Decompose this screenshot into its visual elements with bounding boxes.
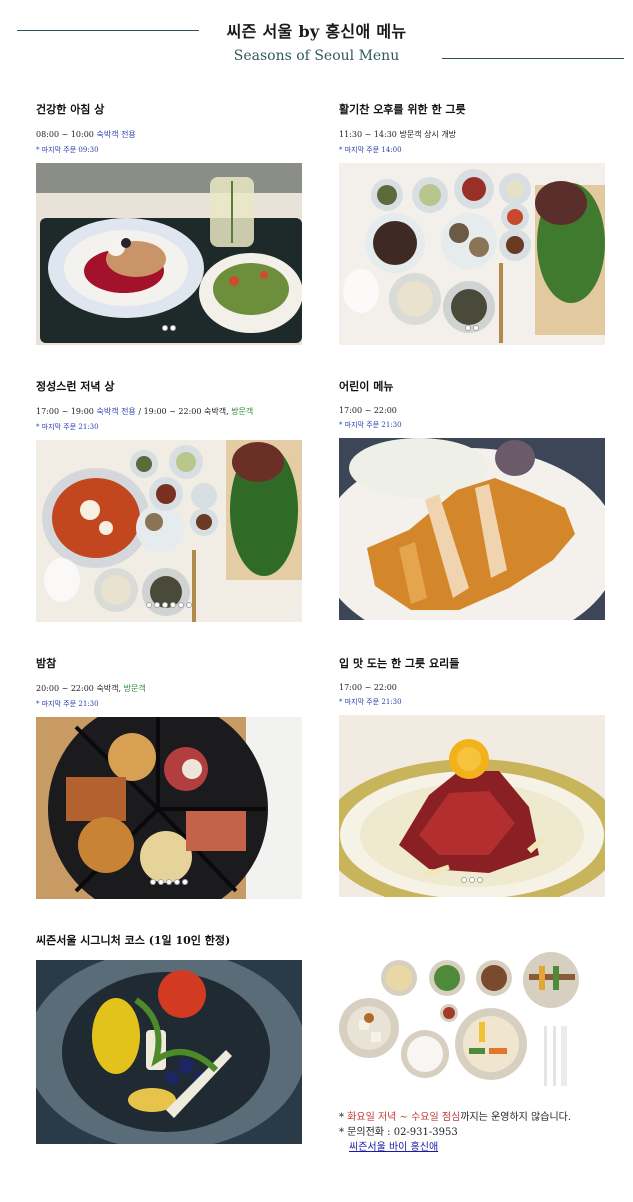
menu-photo-slider[interactable]: [36, 163, 302, 345]
visitor-label: 방문객: [231, 407, 254, 416]
menu-title: 어린이 메뉴: [339, 380, 394, 393]
menu-hours: 11:30 ~ 14:30 방문객 상시 개방: [339, 130, 457, 139]
slider-dot[interactable]: [158, 879, 164, 885]
slider-dots: [339, 877, 605, 883]
slider-dot[interactable]: [170, 602, 176, 608]
menu-title: 밤참: [36, 657, 57, 670]
phone-notice: * 문의전화 : 02-931-3953: [339, 1127, 458, 1138]
kids-photo: [339, 438, 605, 620]
menu-card-lunch: 활기찬 오후를 위한 한 그릇 11:30 ~ 14:30 방문객 상시 개방 …: [339, 101, 605, 345]
menu-hours: 17:00 ~ 22:00: [339, 406, 397, 415]
menu-card-signature: 씨즌서울 시그니처 코스 (1일 10인 한정): [36, 932, 302, 1144]
header-divider-right: [442, 58, 624, 59]
slider-dot[interactable]: [461, 877, 467, 883]
menu-photo-slider[interactable]: [36, 717, 302, 899]
slider-dots: [36, 325, 302, 331]
notice-section: * 화요일 저녁 ~ 수요일 점심까지는 운영하지 않습니다. * 문의전화 :…: [339, 1110, 619, 1155]
menu-photo-slider[interactable]: [339, 715, 605, 897]
menu-card-kids: 어린이 메뉴 17:00 ~ 22:00 * 마지막 주문 21:30: [339, 378, 605, 620]
menu-title: 입 맛 도는 한 그릇 요리들: [339, 657, 460, 670]
korean-table-illustration: [339, 952, 579, 1086]
homepage-link[interactable]: 씨즌서울 바이 홍신애: [349, 1142, 438, 1153]
slider-dot[interactable]: [174, 879, 180, 885]
last-order: * 마지막 주문 21:30: [339, 421, 402, 429]
menu-hours: 17:00 ~ 22:00: [339, 683, 397, 692]
menu-card-dinner: 정성스런 저녁 상 17:00 ~ 19:00 숙박객 전용 / 19:00 ~…: [36, 378, 302, 622]
page-title: 씨즌 서울 by 홍신애 메뉴: [226, 22, 407, 41]
dinner-photo: [36, 440, 302, 622]
late-night-photo: [36, 717, 302, 899]
lunch-photo: [339, 163, 605, 345]
menu-hours: 17:00 ~ 19:00 숙박객 전용 / 19:00 ~ 22:00 숙박객…: [36, 407, 254, 416]
slider-dot[interactable]: [473, 325, 479, 331]
slider-dot[interactable]: [162, 325, 168, 331]
menu-title: 씨즌서울 시그니처 코스 (1일 10인 한정): [36, 934, 231, 947]
slider-dot[interactable]: [170, 325, 176, 331]
slider-dot[interactable]: [166, 879, 172, 885]
menu-photo: [339, 438, 605, 620]
menu-card-one-bowl: 입 맛 도는 한 그릇 요리들 17:00 ~ 22:00 * 마지막 주문 2…: [339, 655, 605, 897]
page-header: 씨즌 서울 by 홍신애 메뉴 Seasons of Seoul Menu: [0, 0, 633, 80]
slider-dot[interactable]: [465, 325, 471, 331]
slider-dots: [339, 325, 605, 331]
table-setting-illustration: [339, 948, 605, 1098]
last-order: * 마지막 주문 09:30: [36, 146, 99, 154]
one-bowl-photo: [339, 715, 605, 897]
guest-only-label: 숙박객 전용: [96, 130, 136, 139]
menu-title: 활기찬 오후를 위한 한 그릇: [339, 103, 466, 116]
menu-hours: 08:00 ~ 10:00 숙박객 전용: [36, 130, 136, 139]
menu-card-breakfast: 건강한 아침 상 08:00 ~ 10:00 숙박객 전용 * 마지막 주문 0…: [36, 101, 302, 345]
closed-notice: * 화요일 저녁 ~ 수요일 점심까지는 운영하지 않습니다.: [339, 1112, 572, 1123]
last-order: * 마지막 주문 21:30: [36, 700, 99, 708]
visitor-label: 방문객: [123, 684, 146, 693]
page-subtitle: Seasons of Seoul Menu: [233, 48, 400, 64]
menu-photo-slider[interactable]: [36, 440, 302, 622]
slider-dot[interactable]: [178, 602, 184, 608]
slider-dots: [36, 879, 302, 885]
signature-photo: [36, 960, 302, 1144]
slider-dot[interactable]: [477, 877, 483, 883]
menu-title: 정성스런 저녁 상: [36, 380, 115, 393]
slider-dot[interactable]: [146, 602, 152, 608]
slider-dot[interactable]: [469, 877, 475, 883]
menu-title: 건강한 아침 상: [36, 103, 105, 116]
closed-period: 화요일 저녁 ~ 수요일 점심: [347, 1112, 461, 1123]
menu-photo-slider[interactable]: [339, 163, 605, 345]
slider-dot[interactable]: [182, 879, 188, 885]
slider-dot[interactable]: [162, 602, 168, 608]
slider-dot[interactable]: [150, 879, 156, 885]
guest-only-label: 숙박객 전용: [96, 407, 136, 416]
menu-card-late-night: 밤참 20:00 ~ 22:00 숙박객, 방문객 * 마지막 주문 21:30: [36, 655, 302, 899]
menu-hours: 20:00 ~ 22:00 숙박객, 방문객: [36, 684, 146, 693]
slider-dots: [36, 602, 302, 608]
menu-photo: [36, 960, 302, 1144]
breakfast-photo: [36, 163, 302, 345]
last-order: * 마지막 주문 21:30: [36, 423, 99, 431]
last-order: * 마지막 주문 21:30: [339, 698, 402, 706]
slider-dot[interactable]: [154, 602, 160, 608]
slider-dot[interactable]: [186, 602, 192, 608]
last-order: * 마지막 주문 14:00: [339, 146, 402, 154]
